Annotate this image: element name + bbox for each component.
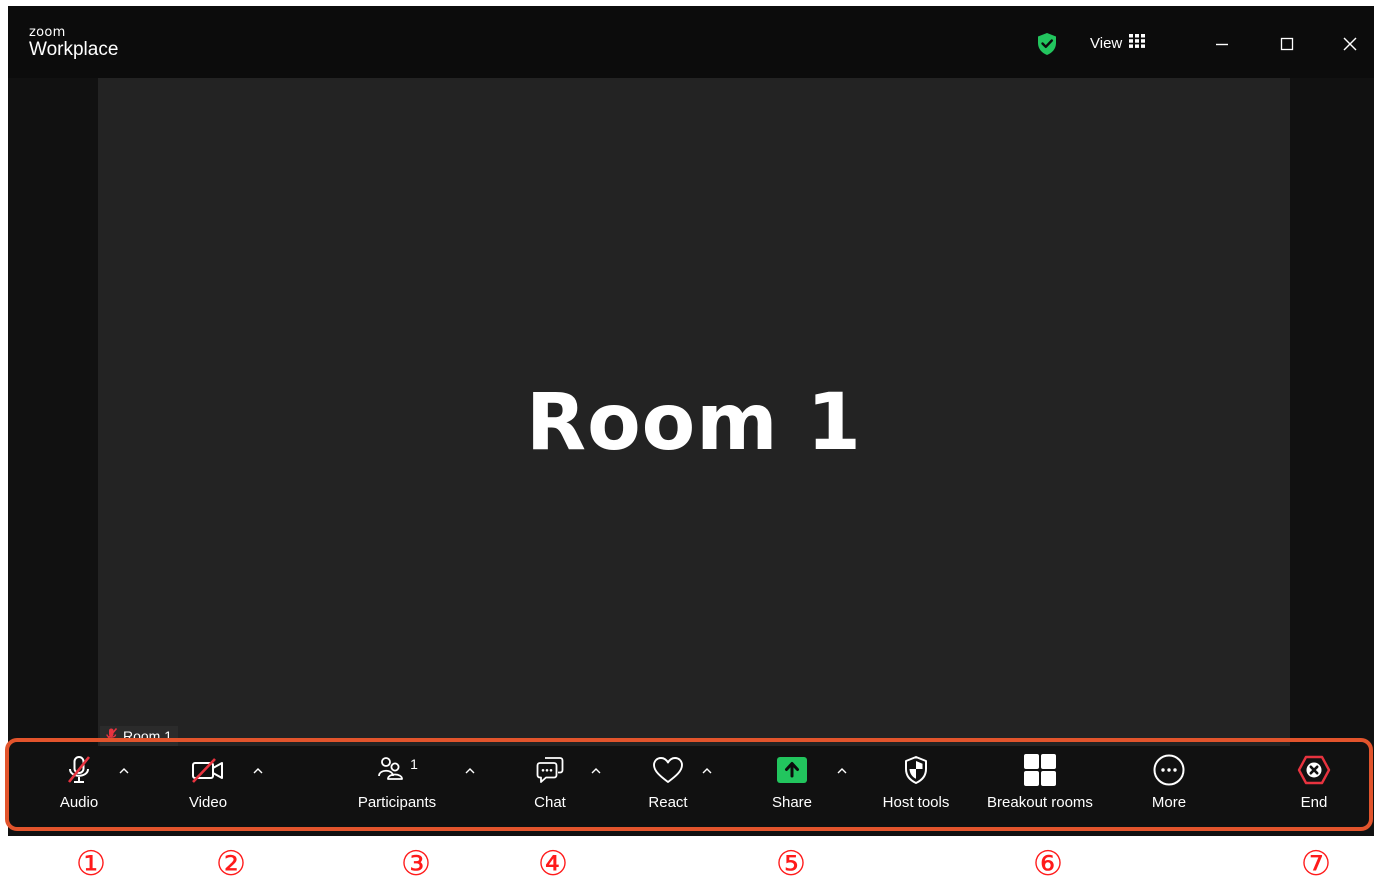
audio-label: Audio: [59, 794, 99, 811]
grid-icon: [1129, 34, 1146, 52]
react-label: React: [648, 794, 688, 811]
mic-muted-small-icon: [104, 727, 118, 746]
zoom-window: zoom Workplace View Room 1 Room 1: [8, 6, 1374, 836]
title-bar: zoom Workplace View: [8, 6, 1374, 78]
chat-icon: [534, 752, 566, 788]
participants-count: 1: [410, 756, 418, 772]
view-label: View: [1090, 34, 1123, 52]
callout-6: ⑥: [1032, 844, 1064, 884]
participants-button[interactable]: 1 Participants: [352, 752, 442, 811]
audio-button[interactable]: Audio: [55, 752, 103, 811]
video-stage: Room 1 Room 1: [98, 78, 1290, 746]
end-x-icon: [1296, 752, 1332, 788]
host-tools-button[interactable]: Host tools: [874, 752, 958, 811]
more-label: More: [1151, 794, 1187, 811]
participants-label: Participants: [357, 794, 437, 811]
heart-icon: [651, 752, 685, 788]
close-icon[interactable]: [1336, 30, 1364, 58]
callout-1: ①: [75, 844, 107, 884]
host-tools-shield-icon: [902, 752, 930, 788]
end-label: End: [1300, 794, 1328, 811]
shield-check-icon[interactable]: [1036, 32, 1058, 56]
video-options-caret-icon[interactable]: [251, 764, 265, 778]
participants-options-caret-icon[interactable]: [463, 764, 477, 778]
callout-3: ③: [400, 844, 432, 884]
mic-muted-icon: [63, 752, 95, 788]
callout-2: ②: [215, 844, 247, 884]
react-options-caret-icon[interactable]: [700, 764, 714, 778]
callout-7: ⑦: [1300, 844, 1332, 884]
people-icon: [376, 754, 406, 787]
share-options-caret-icon[interactable]: [835, 764, 849, 778]
maximize-icon[interactable]: [1273, 30, 1301, 58]
share-label: Share: [771, 794, 813, 811]
participant-name: Room 1: [123, 728, 173, 744]
more-button[interactable]: More: [1146, 752, 1192, 811]
ellipsis-circle-icon: [1152, 752, 1186, 788]
minimize-icon[interactable]: [1208, 30, 1236, 58]
audio-options-caret-icon[interactable]: [117, 764, 131, 778]
app-brand: zoom Workplace: [29, 26, 118, 61]
host-tools-label: Host tools: [882, 794, 950, 811]
brand-small: zoom: [29, 25, 66, 40]
video-off-icon: [190, 752, 226, 788]
breakout-rooms-button[interactable]: Breakout rooms: [974, 752, 1106, 811]
four-squares-icon: [1023, 752, 1057, 788]
react-button[interactable]: React: [643, 752, 693, 811]
share-up-arrow-icon: [776, 752, 808, 788]
video-button[interactable]: Video: [182, 752, 234, 811]
chat-button[interactable]: Chat: [527, 752, 573, 811]
share-button[interactable]: Share: [767, 752, 817, 811]
breakout-rooms-label: Breakout rooms: [987, 794, 1093, 811]
participant-name-tag: Room 1: [100, 726, 179, 746]
participants-icon-wrap: 1: [376, 752, 418, 788]
screenshot-root: zoom Workplace View Room 1 Room 1 Audio …: [0, 0, 1380, 889]
view-button[interactable]: View: [1090, 32, 1146, 54]
end-button[interactable]: End: [1292, 752, 1336, 811]
video-label: Video: [188, 794, 228, 811]
callout-4: ④: [537, 844, 569, 884]
chat-label: Chat: [534, 794, 566, 811]
room-title: Room 1: [526, 378, 862, 468]
callout-5: ⑤: [775, 844, 807, 884]
chat-options-caret-icon[interactable]: [589, 764, 603, 778]
brand-name: Workplace: [29, 39, 119, 60]
